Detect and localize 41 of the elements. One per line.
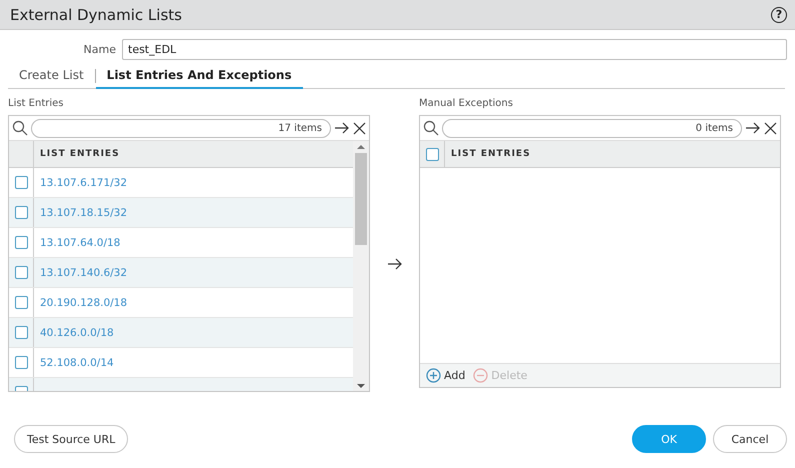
search-field[interactable]: 17 items	[31, 118, 331, 138]
checkbox[interactable]	[14, 296, 28, 309]
close-icon[interactable]	[764, 122, 777, 134]
help-button[interactable]: ?	[771, 6, 787, 22]
panel-title: Manual Exceptions	[419, 98, 514, 111]
name-label: Name	[82, 43, 116, 56]
scrollbar[interactable]	[353, 141, 369, 391]
tab[interactable]: Create List	[8, 64, 95, 88]
search-icon	[423, 120, 439, 136]
plus-icon	[426, 368, 441, 383]
move-right-arrow-icon[interactable]	[386, 258, 402, 270]
table-cell-text: 20.190.128.0/18	[39, 296, 128, 310]
checkbox[interactable]	[14, 236, 28, 249]
checkbox[interactable]	[14, 326, 28, 339]
checkbox[interactable]	[14, 206, 28, 219]
arrow-right-icon[interactable]	[334, 122, 350, 134]
table-cell-text: 52.108.0.0/14	[39, 356, 114, 370]
search-icon	[12, 120, 28, 136]
table-cell-text: 40.126.0.0/18	[39, 326, 114, 340]
column-header: LIST ENTRIES	[39, 148, 120, 161]
action-button[interactable]: Add	[426, 368, 466, 383]
table-cell-text: 13.107.18.15/32	[39, 206, 128, 220]
arrow-right-icon[interactable]	[745, 122, 761, 134]
table-cell-text: 13.107.64.0/18	[39, 236, 120, 250]
secondary-button[interactable]: Cancel	[713, 425, 787, 453]
checkbox[interactable]	[426, 148, 438, 160]
checkbox[interactable]	[14, 266, 28, 279]
name-input[interactable]: test_EDL	[122, 39, 787, 60]
checkbox[interactable]	[14, 176, 28, 189]
column-header: LIST ENTRIES	[450, 148, 531, 161]
minus-icon	[473, 368, 488, 383]
search-field[interactable]: 0 items	[442, 118, 742, 138]
close-icon[interactable]	[353, 122, 366, 134]
scroll-down-icon[interactable]	[357, 381, 365, 391]
checkbox[interactable]	[14, 356, 28, 369]
table-cell-text: 13.107.140.6/32	[39, 266, 128, 280]
panel-title: List Entries	[8, 98, 64, 111]
window-title: External Dynamic Lists	[10, 6, 182, 24]
table-cell-text: 13.107.6.171/32	[39, 176, 128, 190]
tab[interactable]: List Entries And Exceptions	[96, 64, 303, 88]
secondary-button[interactable]: Test Source URL	[14, 425, 128, 453]
